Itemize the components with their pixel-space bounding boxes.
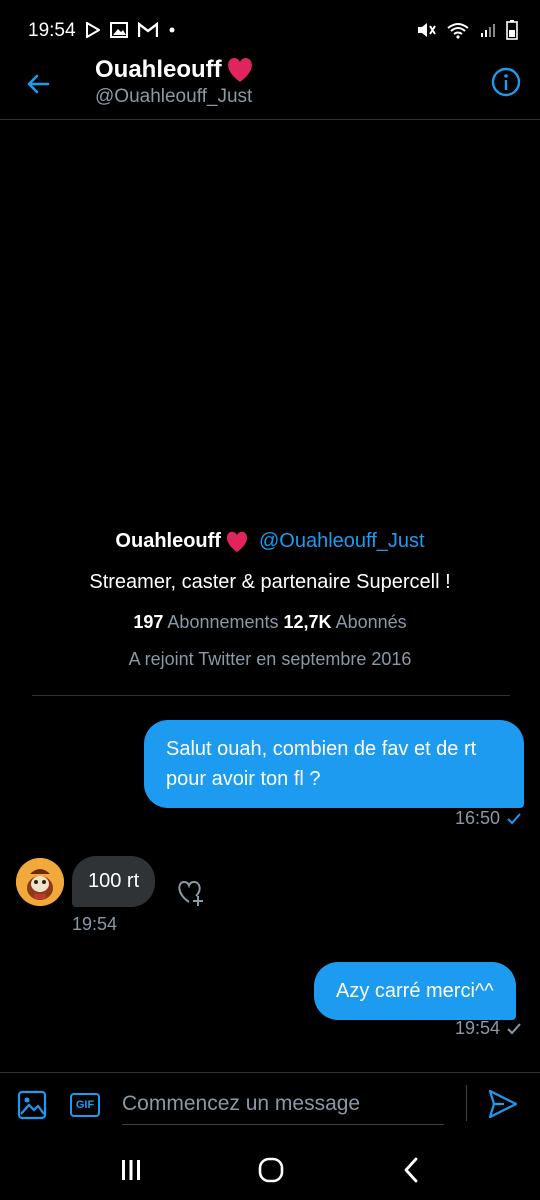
message-bubble-outgoing[interactable]: Salut ouah, combien de fav et de rt pour… [144,720,524,808]
back-arrow-icon[interactable] [22,68,54,100]
avatar[interactable] [16,858,64,906]
battery-icon [506,20,518,40]
following-count: 197 [133,612,164,632]
header-name: Ouahleouff [95,56,222,83]
recent-apps-icon[interactable] [116,1154,146,1184]
header-title[interactable]: Ouahleouff [95,56,254,84]
check-icon [507,1022,521,1034]
followers-count: 12,7K [283,612,332,632]
message-composer: GIF [0,1072,540,1132]
message-text: 100 rt [88,870,140,892]
profile-handle[interactable]: @Ouahleouff_Just [259,530,425,553]
image-icon[interactable] [16,1089,48,1121]
header-handle: @Ouahleouff_Just [95,86,253,107]
wifi-icon [447,23,469,39]
system-nav-bar [0,1136,540,1200]
divider [32,695,510,696]
gmail-icon [138,22,158,37]
conversation-header: Ouahleouff @Ouahleouff_Just [0,48,540,120]
back-nav-icon[interactable] [396,1154,426,1184]
message-meta: 19:54 [72,914,117,935]
heart-icon [227,57,252,82]
status-time: 19:54 [28,20,76,41]
profile-bio: Streamer, caster & partenaire Supercell … [89,571,451,593]
message-text: Azy carré merci^^ [336,980,494,1002]
mute-icon [418,23,436,37]
avatar-image-icon [16,858,64,906]
followers-label: Abonnés [335,612,407,632]
profile-stats: 197 Abonnements 12,7K Abonnés [0,612,540,633]
heart-icon [226,531,248,552]
check-icon [507,812,521,824]
profile-summary[interactable]: Ouahleouff @Ouahleouff_Just Streamer, ca… [0,530,540,670]
message-time: 19:54 [72,914,118,934]
dot-icon [169,27,175,33]
info-icon[interactable] [490,66,522,98]
message-meta: 19:54 [455,1018,522,1039]
message-input[interactable] [122,1083,444,1125]
message-time: 16:50 [454,808,500,828]
send-icon[interactable] [486,1087,520,1121]
profile-name: Ouahleouff [115,530,221,552]
image-icon [110,22,128,38]
home-icon[interactable] [256,1154,286,1184]
message-time: 19:54 [454,1018,500,1038]
following-label: Abonnements [167,612,279,632]
gif-button[interactable]: GIF [70,1093,100,1117]
profile-joined: A rejoint Twitter en septembre 2016 [128,649,412,669]
composer-separator [466,1085,467,1121]
message-text: Salut ouah, combien de fav et de rt pour… [166,738,477,790]
play-store-icon [86,22,100,38]
add-reaction-icon[interactable] [174,876,206,908]
message-bubble-incoming[interactable]: 100 rt [72,856,156,907]
signal-icon [481,24,495,37]
message-meta: 16:50 [455,808,522,829]
message-bubble-outgoing[interactable]: Azy carré merci^^ [314,962,516,1020]
